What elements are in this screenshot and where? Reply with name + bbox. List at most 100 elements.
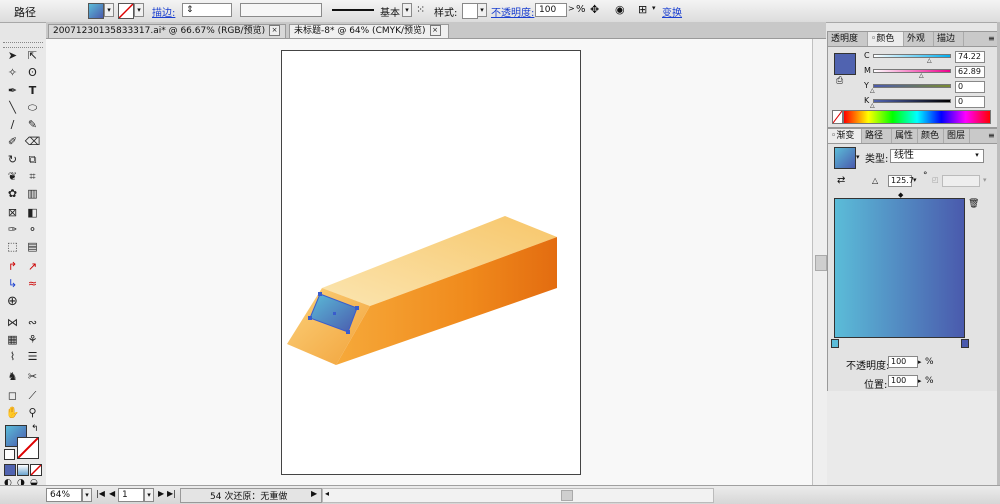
anchor-point[interactable] [355,306,359,310]
color-spectrum-ramp[interactable] [843,110,991,124]
style-dropdown-arrow[interactable]: ▾ [477,3,487,17]
document-setup-icon[interactable]: ◉ [615,3,625,17]
stroke-swatch[interactable] [118,3,134,19]
brush-dropdown-arrow[interactable]: ▾ [402,3,412,17]
stop-location-arrow-icon[interactable]: ▸ [918,377,922,385]
blend-tool-icon[interactable]: ⚬ [23,221,42,238]
last-page-icon[interactable]: ▶| [167,489,176,498]
prev-page-icon[interactable]: ◀ [109,489,115,498]
opacity-input[interactable]: 100 [535,3,567,17]
gradient-stop-end[interactable] [961,339,969,348]
zoom-field[interactable]: 64% [46,488,82,502]
brush-options-icon[interactable]: ⁙ [416,3,425,17]
tab-document-2[interactable]: 未标题-8* @ 64% (CMYK/预览) × [289,24,449,38]
style-swatch[interactable] [462,3,478,19]
fill-dropdown-arrow[interactable]: ▾ [104,3,114,17]
next-page-icon[interactable]: ▶ [158,489,164,498]
gradient-preset-dropdown-icon[interactable]: ▾ [856,153,860,161]
tab-document-1[interactable]: 20071230135833317.ai* @ 66.67% (RGB/预览) × [48,24,286,38]
page-field[interactable]: 1 [118,488,144,502]
paintbrush-icon[interactable]: ∕ [3,116,22,133]
recolor-artwork-icon[interactable]: ✥ [590,3,599,17]
target-icon[interactable]: ⊕ [3,293,22,310]
color-mode-icon[interactable] [4,464,16,476]
default-colors-icon[interactable] [4,449,15,460]
none-mode-icon[interactable] [30,464,42,476]
close-icon[interactable]: × [269,25,281,36]
scale-tool-icon[interactable]: ⧉ [23,151,42,168]
pencil-artwork[interactable] [280,200,570,375]
first-page-icon[interactable]: |◀ [96,489,105,498]
align-icon[interactable]: ⊞ [638,3,647,17]
ellipse-tool-icon[interactable]: ⬭ [23,99,42,116]
column-graph-icon[interactable]: ▤ [23,238,42,255]
panel-menu-icon[interactable]: ≡ [988,131,995,140]
hand-tool-icon[interactable]: ✋ [3,404,22,421]
channel-m-thumb[interactable]: △ [919,72,924,79]
scroll-thumb[interactable] [815,255,827,271]
mesh-tool-icon[interactable]: ⊠ [3,204,22,221]
tab-appearance[interactable]: 外观 [904,32,934,46]
channel-c-slider[interactable] [873,54,951,58]
angle-input[interactable]: 125.7 [888,175,914,187]
pen-tool-icon[interactable]: ✒ [3,82,22,99]
opacity-arrow-icon[interactable]: > [568,4,575,13]
channel-m-input[interactable]: 62.89 [955,66,985,78]
rotate-tool-icon[interactable]: ↻ [3,151,22,168]
add-anchor-point-icon[interactable]: ↱ [3,258,22,275]
blob-brush-icon[interactable]: ✐ [3,133,22,150]
stroke-dropdown-arrow[interactable]: ▾ [134,3,144,17]
stroke-weight-field[interactable]: ⇕ [182,3,232,17]
lasso-icon[interactable]: ʘ [23,64,42,81]
channel-y-slider[interactable] [873,84,951,88]
zoom-dropdown-arrow[interactable]: ▾ [82,488,92,502]
channel-k-thumb[interactable]: △ [870,102,875,109]
magic-wand-icon[interactable]: ✧ [3,64,22,81]
anchor-point[interactable] [318,292,322,296]
stop-location-input[interactable]: 100 [888,375,918,387]
gradient-type-dropdown-arrow[interactable]: ▾ [970,149,984,163]
delete-stop-icon[interactable]: 🗑 [968,199,979,209]
vertical-scrollbar[interactable] [812,39,827,485]
tab-stroke[interactable]: 描边 [934,32,964,46]
tab-paths[interactable]: 路径 [862,129,892,143]
tab-color[interactable]: ◦颜色 [868,32,904,46]
list-icon[interactable]: ☰ [23,348,42,365]
page-dropdown-arrow[interactable]: ▾ [144,488,154,502]
angle-dropdown-arrow[interactable]: ▾ [913,176,917,184]
slice-tool-icon[interactable]: ♞ [3,368,22,385]
artboard-tool-icon[interactable]: ◻ [3,387,22,404]
channel-k-input[interactable]: 0 [955,96,985,108]
stroke-link[interactable]: 描边: [152,4,175,19]
type-tool-icon[interactable]: T [23,82,42,99]
distort-icon[interactable]: ⚘ [23,331,42,348]
curvature-icon[interactable]: ↗ [23,258,42,275]
anchor-point[interactable] [346,330,350,334]
smooth-tool-icon[interactable]: ≈ [23,275,42,292]
stop-opacity-arrow-icon[interactable]: ▸ [918,358,922,366]
gradient-mode-icon[interactable] [17,464,29,476]
gradient-stop-start[interactable] [831,339,839,348]
fill-swatch[interactable] [88,3,104,19]
reverse-gradient-icon[interactable]: ⇄ [837,175,845,186]
tab-attributes[interactable]: 属性 [892,129,918,143]
pencil-tool-icon[interactable]: ✎ [23,116,42,133]
slice-select-icon[interactable]: ⟋ [23,387,42,404]
align-dropdown-arrow[interactable]: ▾ [652,4,656,12]
zigzag-icon[interactable]: ⌇ [3,348,22,365]
selection-tool-icon[interactable]: ➤ [3,47,22,64]
center-point[interactable] [333,312,336,315]
swap-colors-icon[interactable]: ↰ [31,424,39,434]
envelope-icon[interactable]: ⋈ [3,314,22,331]
panel-menu-icon[interactable]: ≡ [988,34,995,43]
scroll-left-icon[interactable]: ◂ [325,489,329,498]
tab-transparency[interactable]: 透明度 [828,32,868,46]
anchor-point[interactable] [308,316,312,320]
knife-tool-icon[interactable]: ✂ [23,368,42,385]
zoom-tool-icon[interactable]: ⚲ [23,404,42,421]
status-menu-icon[interactable]: ▶ [311,489,317,498]
stop-opacity-input[interactable]: 100 [888,356,918,368]
fill-color-swatch[interactable] [834,53,856,75]
warp-mesh-icon[interactable]: ∾ [23,314,42,331]
opacity-link[interactable]: 不透明度: [491,4,534,19]
